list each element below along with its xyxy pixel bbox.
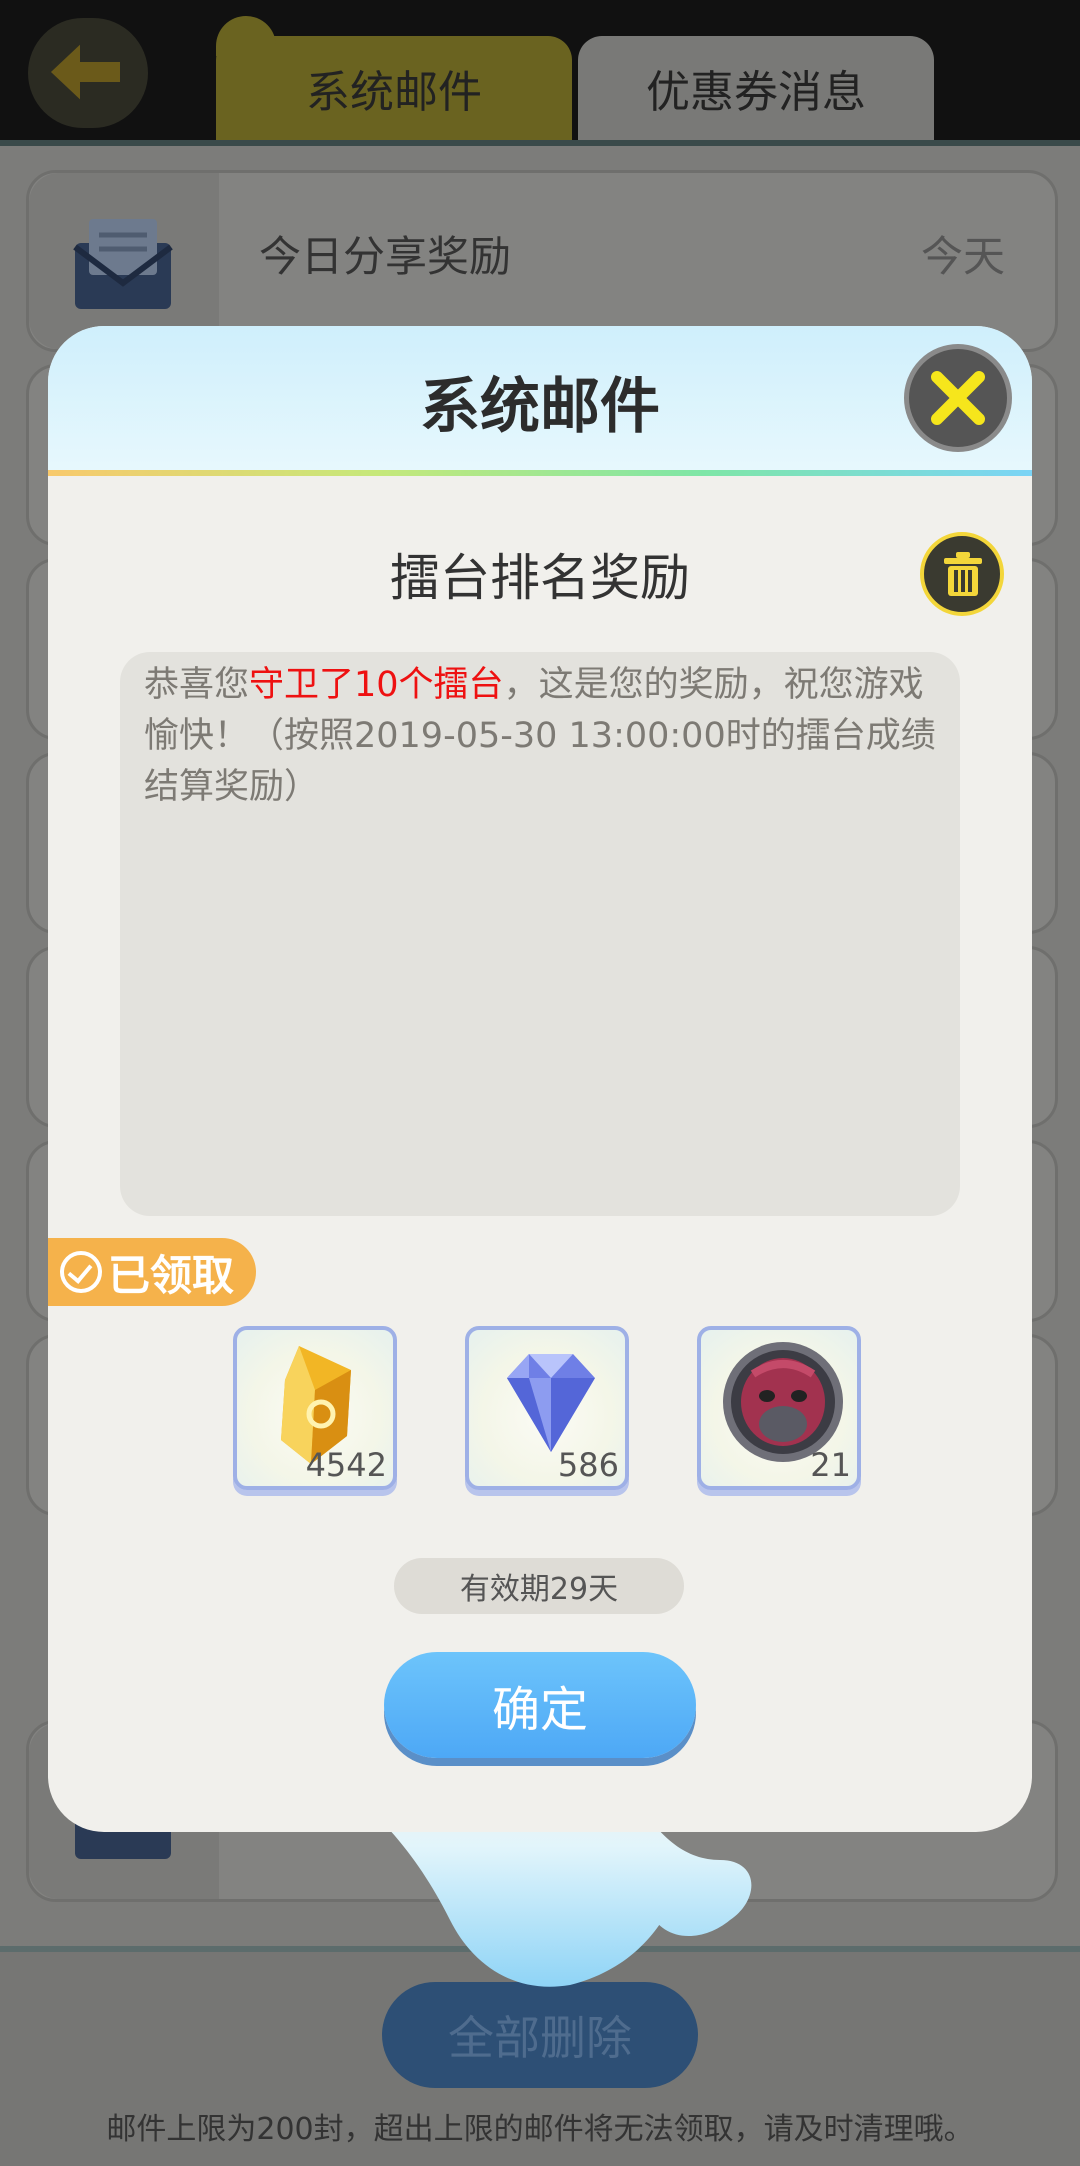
body-prefix: 恭喜您: [144, 665, 250, 705]
mail-icon-box: [29, 173, 219, 349]
claimed-label: 已领取: [108, 1250, 235, 1300]
validity-label: 有效期29天: [394, 1558, 684, 1614]
mail-subject: 今日分享奖励: [259, 232, 512, 281]
tab-label: 优惠券消息: [646, 67, 866, 118]
mail-limit-note: 邮件上限为200封，超出上限的邮件将无法领取，请及时清理哦。: [106, 2112, 974, 2147]
back-arrow-icon: [45, 35, 124, 109]
mail-date: 今天: [920, 232, 1005, 281]
top-bar: 系统邮件 优惠券消息: [0, 0, 1080, 146]
tab-label: 系统邮件: [306, 67, 482, 118]
close-icon: [931, 371, 985, 425]
header-divider: [48, 470, 1032, 476]
mail-detail-dialog: 系统邮件 擂台排名奖励 恭喜您守卫了10个擂台，这是您的奖励，祝您游戏愉快！（按…: [48, 326, 1032, 1832]
confirm-button[interactable]: 确定: [384, 1652, 696, 1758]
dialog-title: 系统邮件: [420, 372, 660, 442]
delete-mail-button[interactable]: [920, 532, 1004, 616]
close-button[interactable]: [904, 344, 1012, 452]
tab-coupon-messages[interactable]: 优惠券消息: [578, 36, 934, 140]
envelope-icon: [73, 219, 173, 309]
back-button[interactable]: [28, 18, 148, 128]
mail-title: 擂台排名奖励: [390, 549, 690, 607]
list-item[interactable]: 今日分享奖励 今天: [26, 170, 1058, 352]
reward-item[interactable]: 21: [697, 1326, 861, 1490]
reward-item[interactable]: 586: [465, 1326, 629, 1490]
tab-system-mail[interactable]: 系统邮件: [216, 16, 572, 140]
mail-body-text: 恭喜您守卫了10个擂台，这是您的奖励，祝您游戏愉快！（按照2019-05-30 …: [144, 660, 944, 813]
trash-icon: [944, 552, 982, 596]
body-highlight: 守卫了10个擂台: [249, 665, 504, 705]
claimed-badge: 已领取: [48, 1238, 256, 1306]
reward-item[interactable]: 4542: [233, 1326, 397, 1490]
reward-count: 4542: [305, 1446, 387, 1484]
check-circle-icon: [60, 1251, 102, 1293]
reward-count: 586: [557, 1446, 619, 1484]
mail-body: 恭喜您守卫了10个擂台，这是您的奖励，祝您游戏愉快！（按照2019-05-30 …: [120, 652, 960, 1216]
reward-count: 21: [810, 1446, 851, 1484]
